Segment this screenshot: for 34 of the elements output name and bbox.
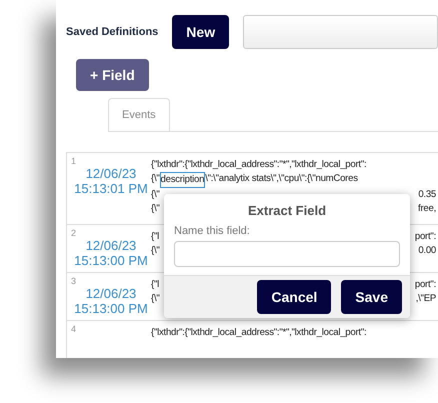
event-text: {\" xyxy=(151,188,160,202)
row-number: 1 xyxy=(71,156,76,166)
event-text: {\" xyxy=(151,202,160,216)
event-text: \":\"analytix stats\",\"cpu\":{\"numCores xyxy=(205,172,358,186)
event-timestamp: 12/06/23 15:13:01 PM xyxy=(74,166,148,196)
event-text: {"l xyxy=(151,230,159,244)
event-text: free, xyxy=(418,202,436,216)
definition-field[interactable] xyxy=(243,15,438,49)
event-text: {\" xyxy=(151,244,160,258)
new-button[interactable]: New xyxy=(172,15,230,49)
event-text: {"lxthdr":{"lxthdr_local_address":"*","lxthdr_local_port": xyxy=(151,326,366,340)
event-timestamp: 12/06/23 15:13:00 PM xyxy=(74,238,148,268)
add-field-button[interactable]: + Field xyxy=(76,59,149,91)
event-text: 0.00 xyxy=(418,244,436,258)
save-button[interactable]: Save xyxy=(341,280,402,314)
cancel-button[interactable]: Cancel xyxy=(257,280,332,314)
saved-definitions-label: Saved Definitions xyxy=(66,26,158,38)
field-name-input[interactable] xyxy=(174,241,400,267)
event-timestamp: 12/06/23 15:13:00 PM xyxy=(74,286,148,316)
selected-word[interactable]: description xyxy=(160,172,206,188)
event-text: port": xyxy=(414,230,436,244)
field-name-label: Name this field: xyxy=(174,225,251,237)
dialog-title: Extract Field xyxy=(246,202,328,220)
event-text: port": xyxy=(414,278,436,292)
row-number: 4 xyxy=(71,324,76,334)
event-text: ,\"EP xyxy=(416,292,436,306)
row-number: 2 xyxy=(71,228,76,238)
event-text: {\" xyxy=(151,172,160,186)
row-number: 3 xyxy=(71,276,76,286)
events-tab[interactable]: Events xyxy=(108,98,170,131)
event-text: {"l xyxy=(151,278,159,292)
event-text: {"lxthdr":{"lxthdr_local_address":"*","lxthdr_local_port": xyxy=(151,158,366,172)
event-text: {\" xyxy=(151,292,160,306)
event-text: 0.35 xyxy=(418,188,436,202)
